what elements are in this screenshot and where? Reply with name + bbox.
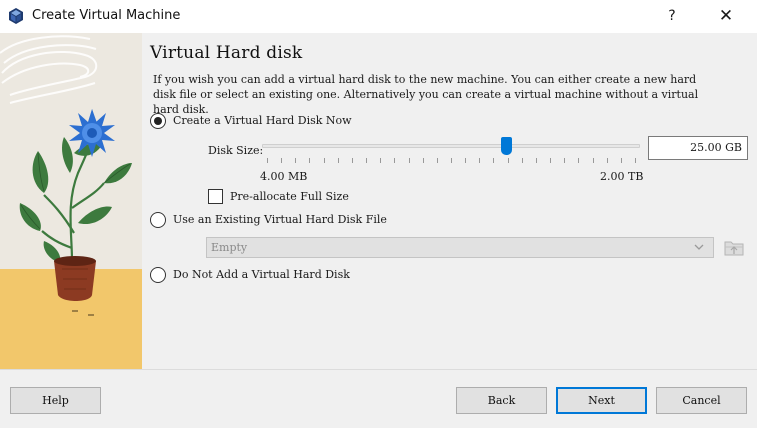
slider-tick	[522, 158, 523, 163]
slider-tick	[338, 158, 339, 163]
back-button[interactable]: Back	[456, 387, 547, 414]
slider-tick	[295, 158, 296, 163]
disk-size-input[interactable]: 25.00 GB	[648, 136, 748, 160]
slider-tick	[607, 158, 608, 163]
slider-tick	[394, 158, 395, 163]
page-title: Virtual Hard disk	[150, 43, 303, 63]
plant-illustration	[0, 33, 142, 369]
slider-tick	[564, 158, 565, 163]
slider-tick	[550, 158, 551, 163]
slider-min-label: 4.00 MB	[260, 170, 308, 183]
wizard-body: Virtual Hard disk If you wish you can ad…	[0, 33, 757, 428]
next-button[interactable]: Next	[556, 387, 647, 414]
preallocate-checkbox[interactable]	[208, 189, 223, 204]
disk-size-slider[interactable]	[262, 137, 640, 165]
slider-tick	[536, 158, 537, 163]
slider-groove	[262, 144, 640, 148]
create-disk-radio[interactable]	[150, 113, 166, 129]
close-icon[interactable]: ✕	[714, 4, 738, 28]
create-disk-option[interactable]: Create a Virtual Hard Disk Now	[150, 113, 352, 131]
slider-tick	[380, 158, 381, 163]
slider-tick	[324, 158, 325, 163]
slider-tick	[593, 158, 594, 163]
help-icon[interactable]: ?	[660, 5, 684, 27]
chevron-down-icon	[694, 244, 704, 250]
disk-size-label: Disk Size:	[208, 144, 264, 157]
button-bar: Help Back Next Cancel	[0, 369, 757, 428]
slider-tick	[352, 158, 353, 163]
folder-open-icon[interactable]	[722, 236, 746, 258]
create-disk-label[interactable]: Create a Virtual Hard Disk Now	[173, 114, 352, 127]
slider-tick	[437, 158, 438, 163]
preallocate-label[interactable]: Pre-allocate Full Size	[230, 190, 349, 203]
no-disk-option[interactable]: Do Not Add a Virtual Hard Disk	[150, 267, 350, 285]
slider-tick	[309, 158, 310, 163]
slider-max-label: 2.00 TB	[600, 170, 644, 183]
slider-tick	[479, 158, 480, 163]
slider-tick	[465, 158, 466, 163]
slider-tick	[423, 158, 424, 163]
use-existing-radio[interactable]	[150, 212, 166, 228]
help-button[interactable]: Help	[10, 387, 101, 414]
slider-handle[interactable]	[500, 137, 512, 155]
slider-tick	[409, 158, 410, 163]
use-existing-option[interactable]: Use an Existing Virtual Hard Disk File	[150, 212, 387, 230]
use-existing-label[interactable]: Use an Existing Virtual Hard Disk File	[173, 213, 387, 226]
no-disk-radio[interactable]	[150, 267, 166, 283]
no-disk-label[interactable]: Do Not Add a Virtual Hard Disk	[173, 268, 350, 281]
slider-tick	[267, 158, 268, 163]
window-title: Create Virtual Machine	[32, 8, 181, 23]
existing-disk-select[interactable]: Empty	[206, 237, 714, 258]
virtualbox-cube-icon	[9, 8, 23, 24]
slider-tick	[451, 158, 452, 163]
slider-tick	[621, 158, 622, 163]
existing-disk-value: Empty	[211, 241, 248, 254]
slider-tick	[508, 158, 509, 163]
slider-tick	[578, 158, 579, 163]
slider-tick	[281, 158, 282, 163]
slider-tick	[493, 158, 494, 163]
page-description: If you wish you can add a virtual hard d…	[153, 73, 699, 116]
preallocate-option[interactable]: Pre-allocate Full Size	[208, 189, 349, 205]
slider-tick	[366, 158, 367, 163]
cancel-button[interactable]: Cancel	[656, 387, 747, 414]
title-bar: Create Virtual Machine ? ✕	[0, 0, 757, 33]
slider-tick	[635, 158, 636, 163]
